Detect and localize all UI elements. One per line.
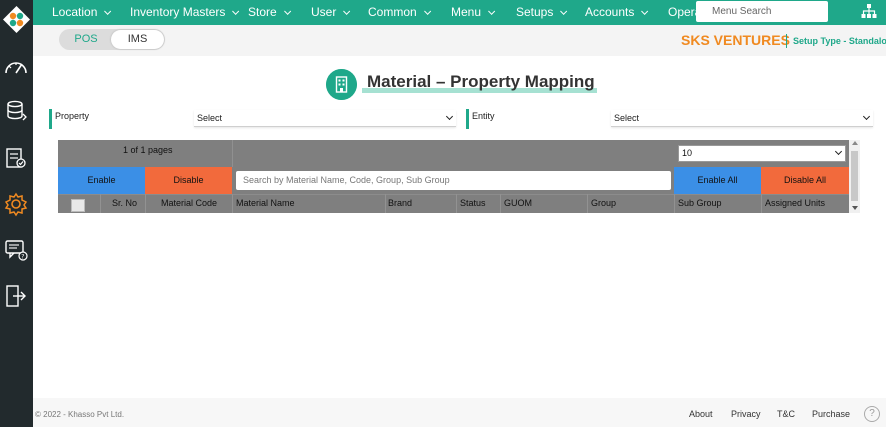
help-icon[interactable]: ? [864,406,880,422]
chevron-down-icon [862,112,871,121]
page-count: 1 of 1 pages [123,145,173,155]
property-label: Property [55,111,90,121]
column-divider [761,194,762,213]
chevron-down-icon [834,147,843,156]
disable-all-button[interactable]: Disable All [761,167,849,194]
column-divider [145,194,146,213]
entity-select[interactable]: Select [611,110,873,127]
grid-divider [232,140,233,167]
column-divider [674,194,675,213]
scroll-thumb[interactable] [851,151,858,201]
col-group[interactable]: Group [591,198,616,208]
page-title: Material – Property Mapping [367,72,595,91]
column-divider [456,194,457,213]
col-sr-no[interactable]: Sr. No [112,198,137,208]
col-brand[interactable]: Brand [388,198,412,208]
menu-search-input[interactable]: Menu Search [696,1,828,22]
nav-user[interactable]: User [311,0,351,25]
enable-all-button[interactable]: Enable All [674,167,761,194]
disable-button[interactable]: Disable [145,167,232,194]
property-accent [49,109,52,129]
col-sub-group[interactable]: Sub Group [678,198,722,208]
nav-location[interactable]: Location [52,0,112,25]
select-all-checkbox[interactable] [71,199,85,212]
nav-inventory-masters[interactable]: Inventory Masters [130,0,240,25]
nav-label: User [311,5,337,19]
building-icon [326,69,357,100]
col-guom[interactable]: GUOM [504,198,532,208]
logout-icon[interactable] [3,283,29,309]
app-logo-icon[interactable] [2,5,31,34]
column-divider [100,194,101,213]
enable-button[interactable]: Enable [58,167,145,194]
footer-link-terms[interactable]: T&C [777,409,795,419]
nav-label: Menu [451,5,482,19]
property-select[interactable]: Select [194,110,456,127]
nav-accounts[interactable]: Accounts [585,0,649,25]
column-divider [232,194,233,213]
nav-label: Location [52,5,98,19]
toggle-ims[interactable]: IMS [111,30,164,49]
col-assigned-units[interactable]: Assigned Units [765,198,825,208]
entity-label: Entity [472,111,495,121]
nav-label: Store [248,5,277,19]
nav-store[interactable]: Store [248,0,291,25]
nav-label: Setups [516,5,554,19]
nav-label: Accounts [585,5,635,19]
entity-accent [466,109,469,129]
scroll-up-icon[interactable] [852,141,858,145]
col-material-name[interactable]: Material Name [236,198,295,208]
copyright-text: © 2022 - Khasso Pvt Ltd. [35,410,125,419]
column-divider [587,194,588,213]
col-material-code[interactable]: Material Code [161,198,217,208]
footer-link-purchase[interactable]: Purchase [812,409,850,419]
sitemap-icon[interactable] [861,3,877,19]
chevron-down-icon [445,112,454,121]
nav-menu[interactable]: Menu [451,0,496,25]
column-divider [500,194,501,213]
footer-link-privacy[interactable]: Privacy [731,409,761,419]
col-status[interactable]: Status [460,198,486,208]
svg-text:?: ? [21,254,24,261]
nav-setups[interactable]: Setups [516,0,568,25]
nav-common[interactable]: Common [368,0,431,25]
header-divider [786,34,787,48]
entity-select-value: Select [614,113,640,123]
nav-label: Inventory Masters [130,5,226,19]
company-name: SKS VENTURES [681,32,790,48]
property-select-value: Select [197,113,223,123]
dashboard-gauge-icon[interactable] [3,54,29,80]
toggle-pos[interactable]: POS [61,29,111,50]
scroll-down-icon[interactable] [852,206,858,210]
left-icon-rail: ? [0,0,33,427]
setup-type-label: Setup Type - Standalone [793,36,886,46]
settings-gear-icon[interactable] [3,191,29,217]
page-size-select[interactable]: 10 [678,145,846,162]
chat-help-icon[interactable]: ? [3,237,29,263]
clipboard-check-icon[interactable] [3,145,29,171]
footer-link-about[interactable]: About [689,409,713,419]
column-divider [385,194,386,213]
page-size-value: 10 [682,148,693,158]
database-sync-icon[interactable] [3,98,29,124]
nav-label: Common [368,5,417,19]
material-search-input[interactable]: Search by Material Name, Code, Group, Su… [236,171,671,190]
